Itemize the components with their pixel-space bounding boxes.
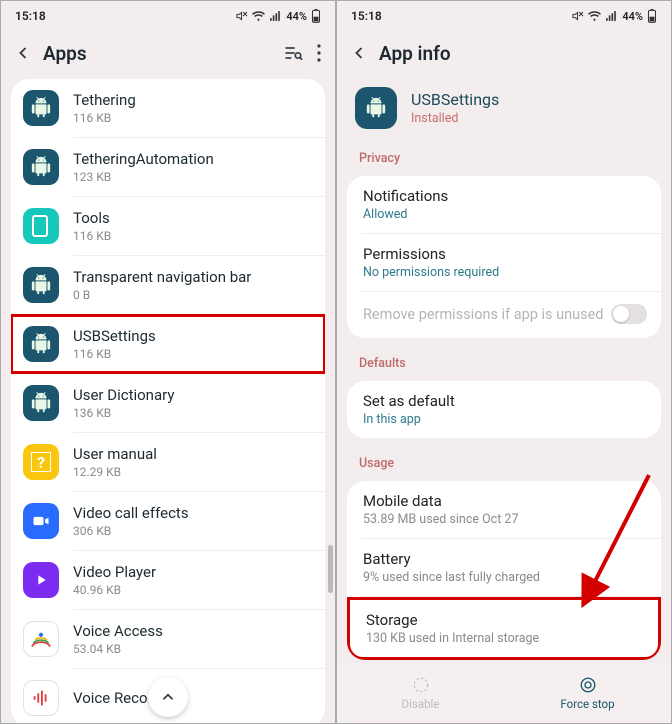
app-row[interactable]: User Dictionary136 KB [11,374,325,432]
app-row-name: Video Player [73,563,156,582]
app-row-size: 40.96 KB [73,583,156,597]
force-stop-button[interactable]: Force stop [504,663,671,723]
app-row-size: 116 KB [73,347,156,361]
app-row[interactable]: Voice Access53.04 KB [11,610,325,668]
app-row[interactable]: Transparent navigation bar0 B [11,256,325,314]
app-header: USBSettings Installed [337,75,671,137]
app-row-name: USBSettings [73,327,156,346]
disable-icon [412,676,430,694]
video-call-icon [23,503,59,539]
app-row-name: TetheringAutomation [73,150,214,169]
section-privacy-label: Privacy [337,137,671,172]
section-usage-label: Usage [337,442,671,477]
wifi-icon [588,10,601,23]
volume-mute-icon [572,10,584,22]
scroll-to-top-button[interactable] [148,677,188,717]
defaults-card: Set as default In this app [347,381,661,438]
app-row-size: 116 KB [73,229,111,243]
app-row-name: User manual [73,445,157,464]
android-icon [23,90,59,126]
user-manual-icon [23,444,59,480]
setting-permissions[interactable]: Permissions No permissions required [347,234,661,291]
status-right: 44% [572,9,657,23]
app-row-size: 53.04 KB [73,642,163,656]
force-stop-icon [579,676,597,694]
app-row-size: 136 KB [73,406,174,420]
privacy-card: Notifications Allowed Permissions No per… [347,176,661,338]
page-title: Apps [43,42,275,65]
wifi-icon [252,10,265,23]
chevron-up-icon [159,688,177,706]
app-row-name: Transparent navigation bar [73,268,251,287]
section-defaults-label: Defaults [337,342,671,377]
disable-button: Disable [337,663,504,723]
chevron-left-icon [13,43,33,63]
status-bar: 15:18 44% [337,1,671,31]
status-battery-pct: 44% [622,10,643,23]
app-row-size: 116 KB [73,111,136,125]
app-status: Installed [411,111,499,126]
app-row-name: Tools [73,209,111,228]
app-row[interactable]: Tethering116 KB [11,79,325,137]
android-icon [23,267,59,303]
status-time: 15:18 [351,9,382,23]
back-button[interactable] [347,41,371,65]
app-row[interactable]: Video Player40.96 KB [11,551,325,609]
voice-recorder-icon [23,680,59,716]
status-time: 15:18 [15,9,46,23]
toggle-remove-permissions[interactable] [611,304,647,324]
page-title: App info [379,42,661,65]
android-icon [23,149,59,185]
status-battery-pct: 44% [286,10,307,23]
back-button[interactable] [11,41,35,65]
app-row[interactable]: Video call effects306 KB [11,492,325,550]
status-right: 44% [236,9,321,23]
app-row[interactable]: User manual12.29 KB [11,433,325,491]
setting-storage[interactable]: Storage 130 KB used in Internal storage [347,597,661,660]
search-filter-icon[interactable] [283,43,303,63]
app-row-name: Tethering [73,91,136,110]
bottom-bar: Disable Force stop [337,663,671,723]
volume-mute-icon [236,10,248,22]
app-row-name: User Dictionary [73,386,174,405]
usage-card: Mobile data 53.89 MB used since Oct 27 B… [347,481,661,660]
battery-icon [311,9,321,23]
app-row-size: 123 KB [73,170,214,184]
app-row-size: 306 KB [73,524,189,538]
setting-mobile-data[interactable]: Mobile data 53.89 MB used since Oct 27 [347,481,661,538]
setting-remove-permissions[interactable]: Remove permissions if app is unused [347,292,661,338]
app-icon [355,87,397,129]
more-icon[interactable] [317,44,321,62]
apps-card: Tethering116 KBTetheringAutomation123 KB… [11,79,325,723]
signal-icon [605,10,618,23]
scrollbar[interactable] [328,545,333,593]
app-row-size: 12.29 KB [73,465,157,479]
phone-app-info: 15:18 44% App info USBSettings Installed [336,0,672,724]
setting-notifications[interactable]: Notifications Allowed [347,176,661,233]
android-icon [23,326,59,362]
voice-access-icon [23,621,59,657]
app-row[interactable]: TetheringAutomation123 KB [11,138,325,196]
status-bar: 15:18 44% [1,1,335,31]
app-row[interactable]: USBSettings116 KB [11,315,325,373]
chevron-left-icon [349,43,369,63]
app-row-name: Video call effects [73,504,189,523]
setting-battery[interactable]: Battery 9% used since last fully charged [347,539,661,596]
signal-icon [269,10,282,23]
battery-icon [647,9,657,23]
app-name: USBSettings [411,90,499,109]
title-bar: Apps [1,31,335,75]
app-row-name: Voice Access [73,622,163,641]
app-row-size: 0 B [73,288,251,302]
setting-set-default[interactable]: Set as default In this app [347,381,661,438]
phone-apps-list: 15:18 44% Apps Tethering116 KBTetheringA… [0,0,336,724]
video-player-icon [23,562,59,598]
android-icon [23,385,59,421]
app-row[interactable]: Tools116 KB [11,197,325,255]
tools-icon [23,208,59,244]
title-bar: App info [337,31,671,75]
